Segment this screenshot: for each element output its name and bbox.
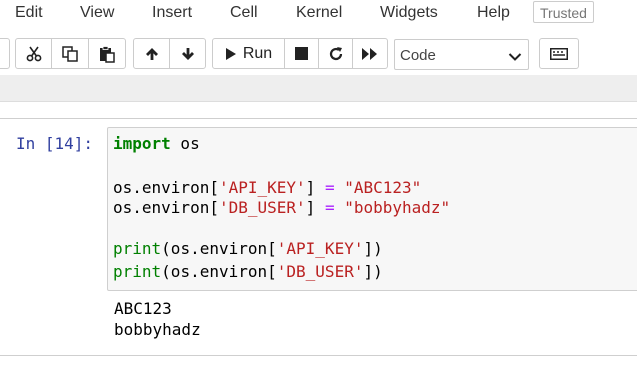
output-line: ABC123	[114, 299, 172, 318]
stop-icon	[295, 47, 308, 60]
code-line-3: os.environ['DB_USER'] = "bobbyhadz"	[113, 198, 450, 218]
code-text: ]	[305, 178, 325, 197]
string-literal: 'DB_USER'	[218, 198, 306, 217]
move-down-button[interactable]	[169, 38, 206, 69]
move-up-button[interactable]	[133, 38, 170, 69]
copy-button[interactable]	[51, 38, 89, 69]
notebook-top-border	[0, 118, 637, 119]
menu-bar: Edit View Insert Cell Kernel Widgets Hel…	[0, 0, 637, 26]
operator: =	[324, 178, 335, 197]
code-line-5: print(os.environ['DB_USER'])	[113, 262, 383, 282]
string-literal: "bobbyhadz"	[344, 198, 451, 217]
fast-forward-icon	[361, 47, 379, 61]
menu-view[interactable]: View	[80, 3, 114, 23]
code-text: os.environ[	[113, 178, 219, 197]
menu-insert[interactable]: Insert	[152, 3, 192, 23]
stop-button[interactable]	[284, 38, 319, 69]
cell-bottom-border	[0, 355, 637, 356]
paste-button[interactable]	[88, 38, 126, 69]
paste-icon	[98, 45, 116, 63]
output-line: bobbyhadz	[114, 320, 201, 339]
restart-icon	[328, 46, 344, 62]
move-down-icon	[180, 46, 196, 62]
trusted-badge[interactable]: Trusted	[533, 1, 594, 23]
builtin-print: print	[113, 262, 162, 281]
code-text: ])	[363, 239, 383, 258]
cell-type-value: Code	[400, 47, 436, 64]
menu-help[interactable]: Help	[477, 3, 510, 23]
string-literal: "ABC123"	[344, 178, 422, 197]
keyboard-icon	[550, 47, 568, 60]
cut-button[interactable]	[15, 38, 52, 69]
input-prompt: In [14]:	[16, 134, 94, 153]
cut-icon	[25, 45, 43, 63]
code-line-4: print(os.environ['API_KEY'])	[113, 239, 383, 259]
menu-widgets[interactable]: Widgets	[380, 3, 438, 23]
code-text: os.environ[	[113, 198, 219, 217]
chevron-down-icon	[508, 49, 522, 67]
menu-edit[interactable]: Edit	[15, 3, 43, 23]
run-button[interactable]: Run	[212, 38, 285, 69]
string-literal: 'API_KEY'	[218, 178, 306, 197]
cell-type-select[interactable]: Code	[394, 39, 529, 70]
restart-button[interactable]	[318, 38, 353, 69]
header-separator	[0, 75, 637, 101]
toolbar: Run	[0, 38, 637, 72]
menu-cell[interactable]: Cell	[230, 3, 258, 23]
code-text: (os.environ[	[161, 262, 277, 281]
code-line-1: import os	[113, 134, 200, 154]
code-text: os	[170, 134, 200, 153]
keyword-import: import	[113, 134, 171, 153]
code-line-2: os.environ['API_KEY'] = "ABC123"	[113, 178, 421, 198]
operator: =	[324, 198, 335, 217]
separator-line	[0, 101, 637, 102]
menu-kernel[interactable]: Kernel	[296, 3, 342, 23]
command-palette-button[interactable]	[539, 38, 579, 69]
save-button[interactable]	[0, 38, 10, 69]
run-label: Run	[242, 44, 273, 62]
string-literal: 'DB_USER'	[276, 262, 364, 281]
code-text: ])	[363, 262, 383, 281]
builtin-print: print	[113, 239, 162, 258]
code-text: ]	[305, 198, 325, 217]
fast-forward-button[interactable]	[352, 38, 388, 69]
string-literal: 'API_KEY'	[276, 239, 364, 258]
code-text: (os.environ[	[161, 239, 277, 258]
move-up-icon	[144, 46, 160, 62]
run-icon	[225, 47, 237, 61]
copy-icon	[61, 45, 79, 63]
